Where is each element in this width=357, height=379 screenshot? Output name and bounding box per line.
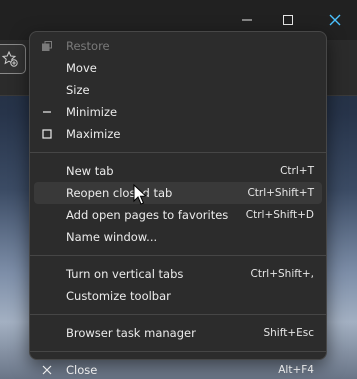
menu-item-label: Size bbox=[66, 83, 90, 97]
menu-item-label: Reopen closed tab bbox=[66, 186, 173, 200]
restore-icon bbox=[38, 35, 56, 57]
menu-item-shortcut: Ctrl+Shift+T bbox=[247, 187, 314, 199]
menu-item-label: Add open pages to favorites bbox=[66, 208, 229, 222]
menu-item-maximize[interactable]: Maximize bbox=[34, 123, 322, 145]
menu-separator bbox=[30, 255, 326, 256]
menu-item-label: Close bbox=[66, 363, 98, 377]
menu-item-size[interactable]: Size bbox=[34, 79, 322, 101]
menu-separator bbox=[30, 351, 326, 352]
menu-item-new-tab[interactable]: New tab Ctrl+T bbox=[34, 160, 322, 182]
menu-item-close[interactable]: Close Alt+F4 bbox=[34, 359, 322, 379]
menu-item-label: Move bbox=[66, 61, 97, 75]
menu-item-add-to-favorites[interactable]: Add open pages to favorites Ctrl+Shift+D bbox=[34, 204, 322, 226]
favorites-button[interactable] bbox=[0, 44, 26, 74]
minimize-icon bbox=[38, 101, 56, 123]
menu-item-label: Minimize bbox=[66, 105, 118, 119]
add-favorite-icon bbox=[1, 50, 18, 67]
menu-item-shortcut: Ctrl+Shift+, bbox=[250, 268, 314, 280]
menu-separator bbox=[30, 314, 326, 315]
menu-item-name-window[interactable]: Name window... bbox=[34, 226, 322, 248]
menu-item-label: Name window... bbox=[66, 230, 158, 244]
menu-item-label: Restore bbox=[66, 39, 110, 53]
menu-item-label: Browser task manager bbox=[66, 326, 196, 340]
menu-item-task-manager[interactable]: Browser task manager Shift+Esc bbox=[34, 322, 322, 344]
minimize-icon bbox=[242, 19, 252, 21]
menu-item-shortcut: Ctrl+Shift+D bbox=[245, 209, 314, 221]
menu-item-label: Turn on vertical tabs bbox=[66, 267, 184, 281]
menu-item-minimize[interactable]: Minimize bbox=[34, 101, 322, 123]
mouse-cursor-icon bbox=[133, 184, 148, 205]
window-context-menu: Restore Move Size Minimize Maximize New … bbox=[29, 31, 327, 377]
menu-item-vertical-tabs[interactable]: Turn on vertical tabs Ctrl+Shift+, bbox=[34, 263, 322, 285]
menu-item-restore[interactable]: Restore bbox=[34, 35, 322, 57]
menu-item-label: Customize toolbar bbox=[66, 289, 171, 303]
menu-item-move[interactable]: Move bbox=[34, 57, 322, 79]
maximize-icon bbox=[283, 15, 293, 25]
menu-item-shortcut: Alt+F4 bbox=[278, 364, 314, 376]
menu-item-customize-toolbar[interactable]: Customize toolbar bbox=[34, 285, 322, 307]
menu-item-label: New tab bbox=[66, 164, 114, 178]
menu-item-reopen-closed-tab[interactable]: Reopen closed tab Ctrl+Shift+T bbox=[34, 182, 322, 204]
menu-item-shortcut: Ctrl+T bbox=[280, 165, 314, 177]
maximize-icon bbox=[38, 123, 56, 145]
close-icon bbox=[329, 14, 341, 26]
menu-item-label: Maximize bbox=[66, 127, 121, 141]
menu-item-shortcut: Shift+Esc bbox=[263, 327, 314, 339]
close-icon bbox=[38, 359, 56, 379]
menu-separator bbox=[30, 152, 326, 153]
